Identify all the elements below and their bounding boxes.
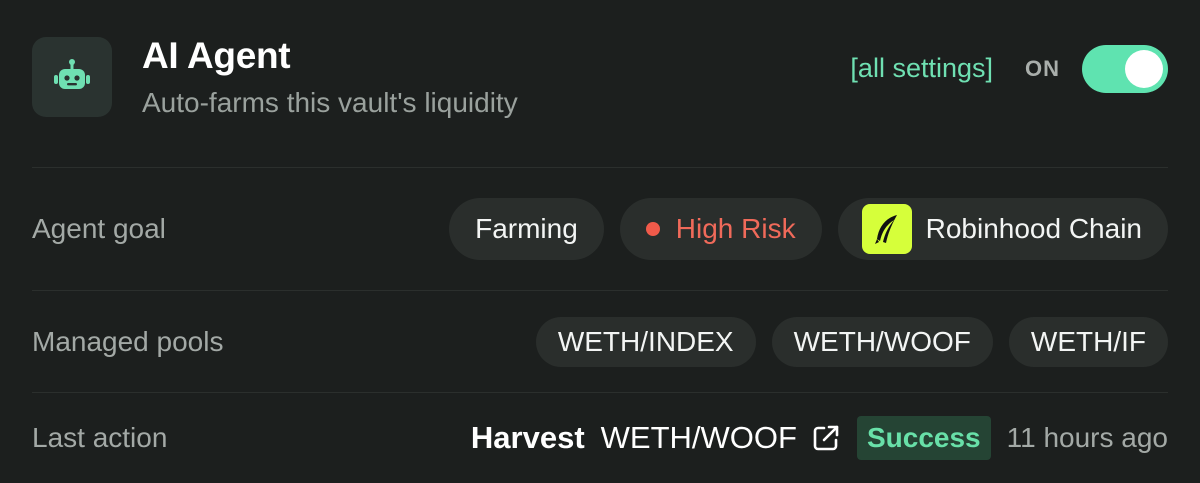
robot-icon [32,36,112,117]
status-badge: Success [856,415,991,460]
toggle-state-label: ON [1025,55,1060,81]
toggle-knob [1125,49,1163,88]
ai-agent-card: AI Agent Auto-farms this vault's liquidi… [0,0,1200,483]
pool-chips: WETH/INDEX WETH/WOOF WETH/IF [520,316,1168,367]
agent-goal-label: Agent goal [32,213,166,244]
strategy-chip: Farming [449,198,604,260]
risk-chip: High Risk [619,198,822,260]
managed-pools-row: Managed pools WETH/INDEX WETH/WOOF WETH/… [32,291,1168,393]
risk-dot-icon [645,222,660,236]
action-type: Harvest [470,419,585,455]
agent-title: AI Agent [142,34,291,76]
pool-chip: WETH/IF [1008,316,1168,367]
agent-subtitle: Auto-farms this vault's liquidity [142,86,518,118]
external-link-icon[interactable] [811,423,841,453]
last-action-row: Last action Harvest WETH/WOOF Success 11… [32,393,1168,482]
agent-toggle[interactable] [1082,44,1168,93]
robinhood-feather-icon [861,204,912,254]
agent-header: AI Agent Auto-farms this vault's liquidi… [32,0,1168,168]
pool-chip: WETH/INDEX [535,316,756,367]
goal-chips: Farming High Risk Robinhood Chain [433,198,1168,260]
action-pool: WETH/WOOF [600,419,797,455]
chain-label: Robinhood Chain [925,213,1142,244]
pool-chip: WETH/WOOF [771,316,993,367]
agent-goal-row: Agent goal Farming High Risk Robinhood C… [32,168,1168,291]
action-timestamp: 11 hours ago [1006,421,1168,453]
agent-titles: AI Agent Auto-farms this vault's liquidi… [142,35,850,119]
last-action-details: Harvest WETH/WOOF Success 11 hours ago [470,415,1168,460]
risk-label: High Risk [675,213,796,244]
last-action-label: Last action [32,421,168,453]
header-controls: [all settings] ON [850,44,1168,93]
managed-pools-label: Managed pools [32,325,224,357]
all-settings-link[interactable]: [all settings] [850,53,993,84]
chain-chip: Robinhood Chain [837,198,1168,260]
